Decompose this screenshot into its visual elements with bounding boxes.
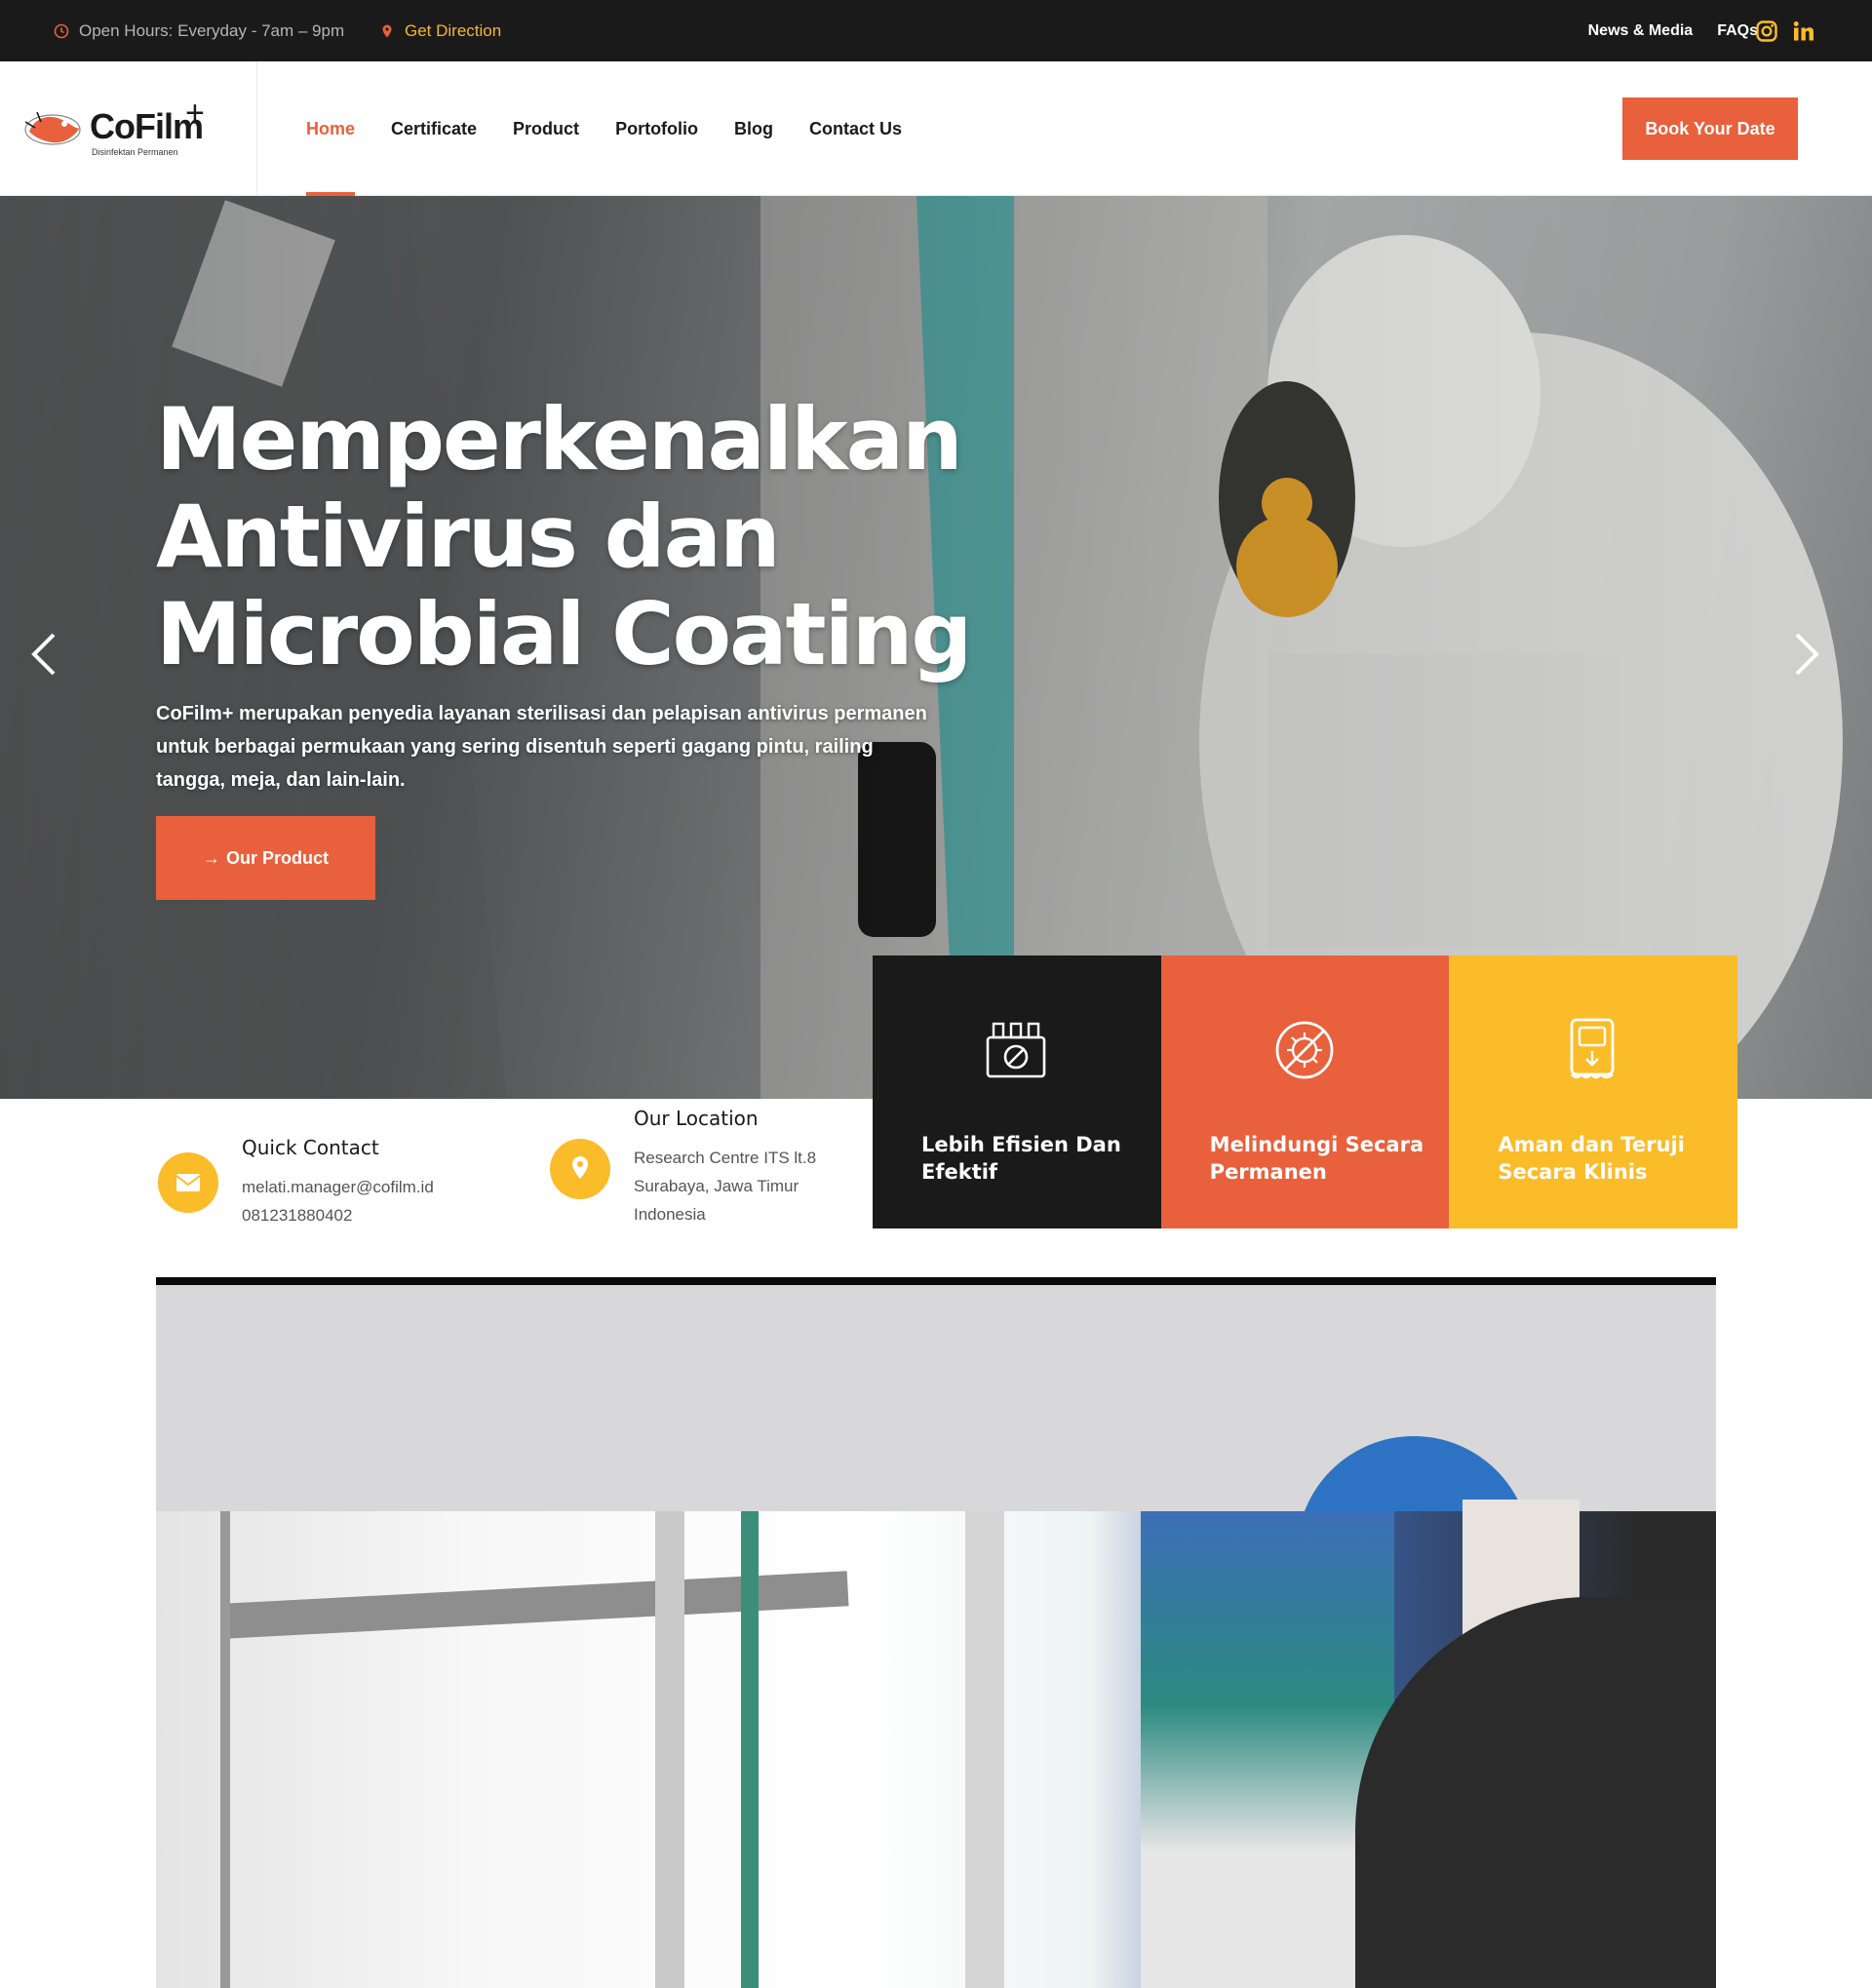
nav-item-certificate[interactable]: Certificate bbox=[391, 61, 477, 196]
location-icon-circle bbox=[550, 1139, 610, 1199]
arrow-right-icon: → bbox=[202, 847, 220, 868]
location-line-3: Indonesia bbox=[634, 1205, 706, 1224]
top-links: News & Media FAQs bbox=[1588, 0, 1758, 61]
envelope-icon bbox=[176, 1174, 201, 1191]
sanitizer-bottles-icon bbox=[986, 1022, 1046, 1078]
map-pin-icon bbox=[382, 24, 392, 37]
nav-item-home[interactable]: Home bbox=[306, 61, 356, 196]
book-your-date-button[interactable]: Book Your Date bbox=[1622, 97, 1798, 160]
quick-contact-email[interactable]: melati.manager@cofilm.id bbox=[242, 1173, 434, 1201]
get-direction-link[interactable]: Get Direction bbox=[379, 0, 501, 61]
nav-item-product[interactable]: Product bbox=[513, 61, 579, 196]
hero-description: CoFilm+ merupakan penyedia layanan steri… bbox=[156, 703, 927, 791]
video-pole bbox=[965, 1511, 1004, 1988]
linkedin-icon[interactable] bbox=[1792, 19, 1815, 43]
quick-contact: Quick Contact melati.manager@cofilm.id 0… bbox=[0, 1099, 546, 1255]
logo-mark-icon bbox=[24, 111, 81, 145]
site-header: CoFilm + Disinfektan Permanen Home Certi… bbox=[0, 61, 1872, 196]
dispenser-icon bbox=[1570, 1018, 1615, 1079]
open-hours: Open Hours: Everyday - 7am – 9pm bbox=[54, 0, 344, 61]
video-pole bbox=[741, 1511, 759, 1988]
cofilm-logo[interactable]: CoFilm + Disinfektan Permanen bbox=[21, 95, 216, 159]
nav-item-blog[interactable]: Blog bbox=[734, 61, 773, 196]
our-location-title: Our Location bbox=[634, 1107, 759, 1130]
clock-icon bbox=[54, 23, 69, 38]
feature-box-efficient: Lebih Efisien Dan Efektif bbox=[873, 955, 1161, 1228]
logo-tagline: Disinfektan Permanen bbox=[92, 147, 178, 157]
video-pole bbox=[655, 1511, 684, 1988]
top-bar: Open Hours: Everyday - 7am – 9pm Get Dir… bbox=[0, 0, 1872, 61]
envelope-icon-circle bbox=[158, 1152, 218, 1213]
our-product-button[interactable]: → Our Product bbox=[156, 816, 375, 900]
open-hours-text: Open Hours: Everyday - 7am – 9pm bbox=[79, 20, 345, 40]
location-line-2: Surabaya, Jawa Timur bbox=[634, 1177, 800, 1195]
feature-boxes: Lebih Efisien Dan Efektif Melindungi Sec… bbox=[873, 955, 1738, 1228]
feature-label-efficient: Lebih Efisien Dan Efektif bbox=[921, 1133, 1121, 1184]
location-pin-icon bbox=[572, 1156, 588, 1179]
virus-blocked-icon bbox=[1275, 1021, 1334, 1079]
hero-title: Memperkenalkan Antivirus dan Microbial C… bbox=[156, 389, 972, 684]
feature-label-permanent: Melindungi Secara Permanen bbox=[1209, 1133, 1424, 1184]
social-links bbox=[1755, 0, 1815, 61]
instagram-icon[interactable] bbox=[1755, 19, 1778, 43]
location-line-1: Research Centre ITS lt.8 bbox=[634, 1149, 817, 1167]
our-product-label: Our Product bbox=[225, 847, 329, 868]
video-pole bbox=[220, 1511, 230, 1988]
get-direction-text: Get Direction bbox=[405, 20, 502, 40]
quick-contact-phone[interactable]: 081231880402 bbox=[242, 1201, 352, 1229]
logo-plus: + bbox=[185, 95, 205, 132]
nav-item-contact-us[interactable]: Contact Us bbox=[809, 61, 902, 196]
news-media-link[interactable]: News & Media bbox=[1588, 22, 1694, 40]
feature-box-safe: Aman dan Teruji Secara Klinis bbox=[1449, 955, 1738, 1228]
feature-label-safe: Aman dan Teruji Secara Klinis bbox=[1498, 1133, 1685, 1184]
our-location: Our Location Research Centre ITS lt.8 Su… bbox=[546, 1099, 873, 1255]
video-player[interactable] bbox=[156, 1277, 1716, 1988]
main-nav: Home Certificate Product Portofolio Blog… bbox=[306, 61, 902, 196]
quick-contact-title: Quick Contact bbox=[242, 1136, 379, 1159]
slider-prev-icon[interactable] bbox=[24, 625, 63, 683]
nav-item-portofolio[interactable]: Portofolio bbox=[615, 61, 698, 196]
header-divider bbox=[256, 61, 257, 196]
faqs-link[interactable]: FAQs bbox=[1717, 22, 1758, 40]
slider-next-icon[interactable] bbox=[1787, 625, 1826, 683]
feature-box-permanent: Melindungi Secara Permanen bbox=[1160, 955, 1450, 1228]
